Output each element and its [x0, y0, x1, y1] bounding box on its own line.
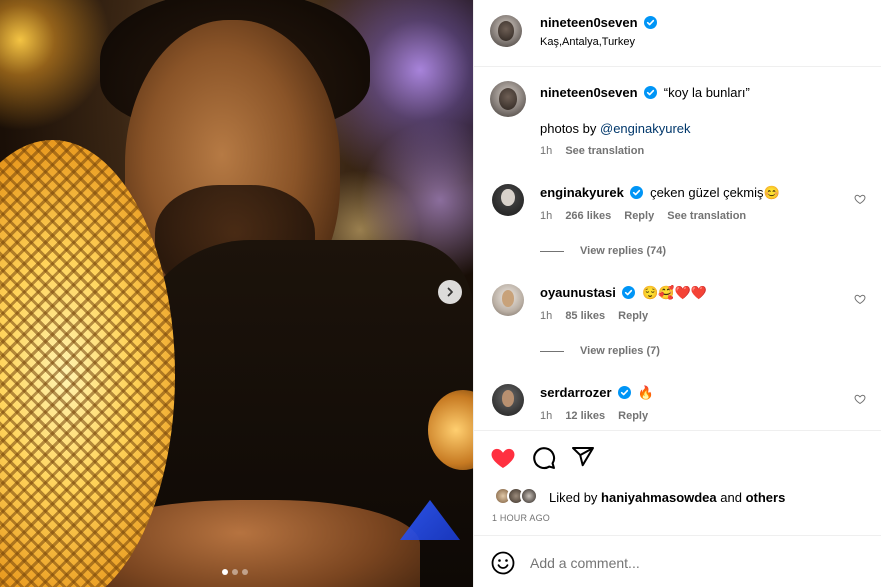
reply-button[interactable]: Reply	[624, 210, 654, 222]
post-side-panel: nineteen0seven Kaş,Antalya,Turkey ninete…	[473, 0, 881, 587]
post-viewer: nineteen0seven Kaş,Antalya,Turkey ninete…	[0, 0, 881, 587]
verified-badge-icon	[630, 186, 644, 199]
add-comment-bar	[474, 535, 881, 587]
carousel-next-button[interactable]	[438, 280, 462, 304]
view-replies-button[interactable]: View replies (74)	[540, 245, 666, 257]
comment-row: enginakyurek çeken güzel çekmiş😊	[540, 185, 780, 201]
comment-like-icon[interactable]	[854, 193, 866, 205]
comment-row: oyaunustasi 😌🥰❤️❤️	[540, 285, 707, 301]
add-comment-input[interactable]	[530, 550, 860, 576]
credit-mention-link[interactable]: @enginakyurek	[600, 121, 691, 136]
comment-like-icon[interactable]	[854, 293, 866, 305]
comment-emoji: 😊	[763, 185, 780, 200]
emoji-icon[interactable]	[491, 551, 515, 575]
reply-button[interactable]: Reply	[618, 410, 648, 422]
caption-avatar[interactable]	[490, 81, 526, 117]
view-replies-line	[540, 250, 564, 252]
comment-emoji: 😌🥰❤️❤️	[642, 285, 707, 300]
comment-likes[interactable]: 85 likes	[565, 310, 605, 322]
comment-likes[interactable]: 12 likes	[565, 410, 605, 422]
chevron-right-icon	[447, 287, 453, 297]
verified-badge-icon	[644, 16, 658, 29]
comment-emoji: 🔥	[637, 385, 654, 400]
likes-others-link[interactable]: others	[746, 490, 786, 505]
comment-likes[interactable]: 266 likes	[565, 210, 611, 222]
post-header: nineteen0seven Kaş,Antalya,Turkey	[474, 0, 881, 67]
likes-middle: and	[716, 490, 746, 505]
comment-avatar[interactable]	[492, 384, 524, 416]
carousel-dots	[222, 569, 248, 575]
verified-badge-icon	[644, 86, 658, 99]
caption-meta: 1h See translation	[540, 145, 644, 157]
heart-filled-icon[interactable]	[490, 445, 516, 471]
comment-meta: 1h 85 likes Reply	[540, 310, 648, 322]
comment-meta: 1h 12 likes Reply	[540, 410, 648, 422]
comment-icon[interactable]	[531, 445, 556, 470]
comment-time[interactable]: 1h	[540, 410, 552, 422]
comment-avatar[interactable]	[492, 284, 524, 316]
comment-username[interactable]: enginakyurek	[540, 185, 624, 200]
comment-text: çeken güzel çekmiş	[650, 185, 764, 200]
view-replies-line	[540, 350, 564, 352]
see-translation-button[interactable]: See translation	[565, 145, 644, 157]
post-photo[interactable]	[0, 0, 473, 587]
view-replies-button[interactable]: View replies (7)	[540, 345, 660, 357]
comment-avatar[interactable]	[492, 184, 524, 216]
owner-username[interactable]: nineteen0seven	[540, 15, 638, 30]
caption-row: nineteen0seven “koy la bunları”	[540, 85, 750, 100]
post-timestamp[interactable]: 1 HOUR AGO	[492, 513, 550, 523]
verified-badge-icon	[618, 386, 632, 399]
caption-username[interactable]: nineteen0seven	[540, 85, 638, 100]
comment-time[interactable]: 1h	[540, 310, 552, 322]
post-location[interactable]: Kaş,Antalya,Turkey	[540, 36, 635, 48]
verified-badge-icon	[622, 286, 636, 299]
comment-time[interactable]: 1h	[540, 210, 552, 222]
comment-username[interactable]: serdarrozer	[540, 385, 612, 400]
owner-name-row: nineteen0seven	[540, 15, 658, 30]
carousel-dot	[232, 569, 238, 575]
carousel-dot-active	[222, 569, 228, 575]
comment-username[interactable]: oyaunustasi	[540, 285, 616, 300]
caption-credit: photos by @enginakyurek	[540, 121, 691, 136]
likes-summary: Liked by haniyahmasowdea and others	[549, 490, 785, 505]
view-replies-label: View replies (7)	[580, 345, 660, 357]
caption-time[interactable]: 1h	[540, 145, 552, 157]
carousel-dot	[242, 569, 248, 575]
owner-avatar[interactable]	[490, 15, 522, 47]
comment-meta: 1h 266 likes Reply See translation	[540, 210, 746, 222]
reply-button[interactable]: Reply	[618, 310, 648, 322]
caption-text: “koy la bunları”	[663, 85, 750, 100]
see-translation-button[interactable]: See translation	[667, 210, 746, 222]
comment-row: serdarrozer 🔥	[540, 385, 654, 401]
liker-username[interactable]: haniyahmasowdea	[601, 490, 717, 505]
share-icon[interactable]	[571, 445, 595, 469]
comment-like-icon[interactable]	[854, 393, 866, 405]
caption-credit-prefix: photos by	[540, 121, 600, 136]
post-actions: Liked by haniyahmasowdea and others 1 HO…	[474, 430, 881, 523]
view-replies-label: View replies (74)	[580, 245, 667, 257]
likes-prefix: Liked by	[549, 490, 602, 505]
liker-avatar[interactable]	[520, 487, 538, 505]
